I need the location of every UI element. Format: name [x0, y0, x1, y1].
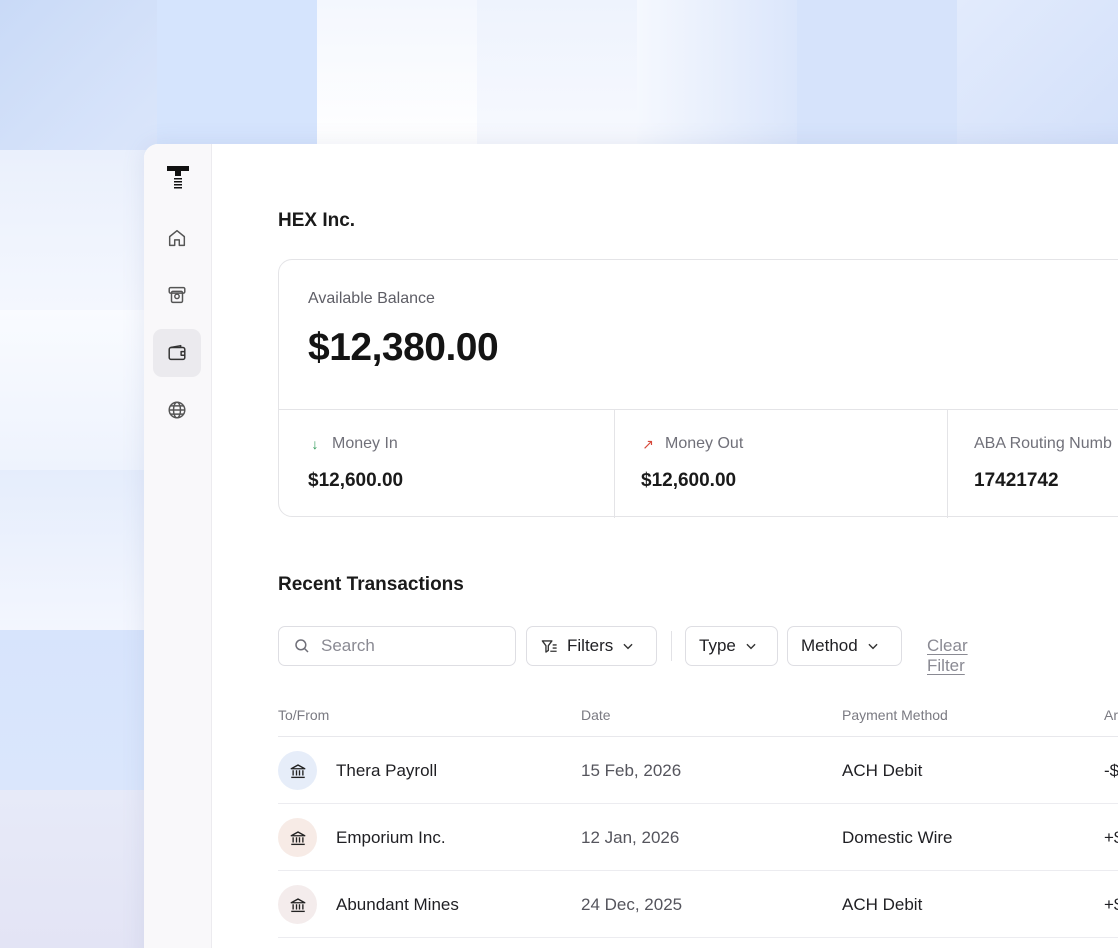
search-box[interactable] [278, 626, 516, 666]
transaction-method: ACH Debit [842, 895, 923, 914]
routing-number-label: ABA Routing Numb [974, 435, 1112, 452]
balance-label: Available Balance [308, 290, 435, 307]
avatar [278, 818, 317, 857]
filters-label: Filters [567, 636, 614, 655]
avatar [278, 885, 317, 924]
transaction-party: Thera Payroll [336, 761, 438, 780]
transaction-method: Domestic Wire [842, 828, 953, 847]
table-row[interactable]: Thera Payroll 15 Feb, 2026 ACH Debit -$ [278, 737, 1118, 804]
arrow-up-right-icon: ↗ [642, 435, 654, 452]
method-label: Method [801, 636, 858, 655]
nav-globe[interactable] [153, 386, 201, 434]
globe-icon [168, 401, 186, 419]
table-row[interactable]: Abundant Mines 24 Dec, 2025 ACH Debit +$ [278, 871, 1118, 938]
main-content: HEX Inc. Available Balance $12,380.00 ↓ … [212, 144, 1118, 948]
money-in-value: $12,600.00 [308, 470, 404, 491]
nav-home[interactable] [153, 214, 201, 262]
bank-icon [290, 830, 305, 845]
nav-atm[interactable] [153, 271, 201, 319]
type-dropdown[interactable]: Type [685, 626, 778, 666]
bank-icon [290, 763, 305, 778]
search-icon [295, 639, 309, 653]
column-header-amount[interactable]: Ar [1104, 707, 1118, 723]
balance-value: $12,380.00 [308, 326, 499, 369]
transaction-amount: +$ [1104, 895, 1118, 914]
company-name: HEX Inc. [278, 210, 356, 231]
transaction-date: 24 Dec, 2025 [581, 895, 683, 914]
money-out-value: $12,600.00 [641, 470, 737, 491]
chevron-down-icon [623, 643, 633, 650]
chevron-down-icon [746, 643, 756, 650]
routing-number-stat: ABA Routing Numb 17421742 [947, 410, 1118, 518]
arrow-down-icon: ↓ [311, 436, 319, 452]
money-out-stat: ↗ Money Out $12,600.00 [614, 410, 947, 518]
atm-icon [168, 286, 186, 304]
wallet-icon [168, 344, 186, 361]
table-row[interactable]: Emporium Inc. 12 Jan, 2026 Domestic Wire… [278, 804, 1118, 871]
transaction-date: 15 Feb, 2026 [581, 761, 682, 780]
recent-transactions-title: Recent Transactions [278, 574, 464, 595]
nav-wallet[interactable] [153, 329, 201, 377]
money-in-label: Money In [332, 435, 398, 452]
search-input[interactable] [321, 636, 501, 656]
transaction-party: Emporium Inc. [336, 828, 446, 847]
filter-icon [541, 639, 557, 653]
transaction-method: ACH Debit [842, 761, 923, 780]
transaction-amount: +$ [1104, 828, 1118, 847]
chevron-down-icon [868, 643, 878, 650]
logo-icon [167, 166, 189, 189]
transaction-date: 12 Jan, 2026 [581, 828, 680, 847]
transaction-amount: -$ [1104, 761, 1118, 780]
routing-number-value[interactable]: 17421742 [974, 470, 1059, 492]
balance-card: Available Balance $12,380.00 ↓ Money In … [278, 259, 1118, 518]
type-label: Type [699, 636, 736, 655]
home-icon [168, 229, 186, 247]
money-out-label: Money Out [665, 435, 744, 452]
column-header-date[interactable]: Date [581, 707, 611, 723]
column-header-payment-method[interactable]: Payment Method [842, 707, 948, 723]
app-window: HEX Inc. Available Balance $12,380.00 ↓ … [144, 144, 1118, 948]
filters-button[interactable]: Filters [526, 626, 657, 666]
bank-icon [290, 897, 305, 912]
transaction-party: Abundant Mines [336, 895, 459, 914]
sidebar [144, 144, 212, 948]
toolbar-divider [671, 631, 672, 661]
column-header-to-from[interactable]: To/From [278, 707, 329, 723]
table-header: To/From Date Payment Method Ar [278, 704, 1118, 737]
avatar [278, 751, 317, 790]
money-in-stat: ↓ Money In $12,600.00 [279, 410, 614, 518]
method-dropdown[interactable]: Method [787, 626, 902, 666]
clear-filter-link[interactable]: Clear Filter [927, 636, 968, 676]
transactions-table: To/From Date Payment Method Ar Thera Pay… [278, 704, 1118, 938]
